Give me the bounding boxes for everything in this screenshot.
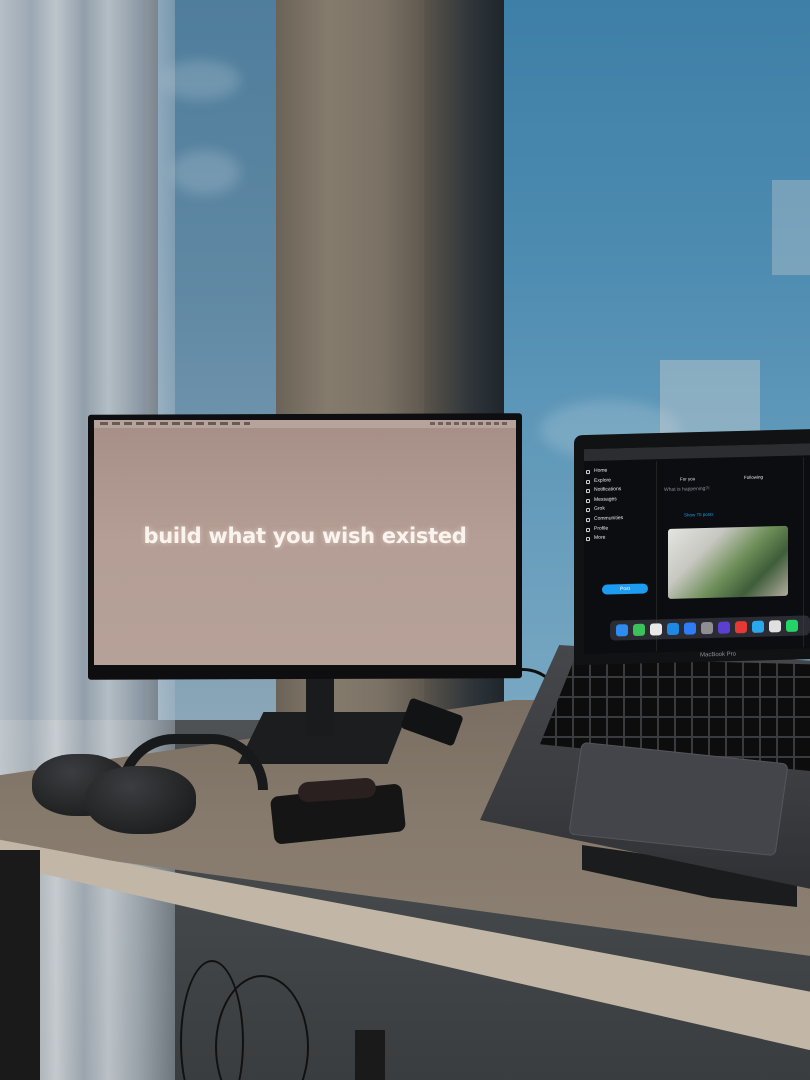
menu-bar	[94, 420, 516, 428]
x-post-image	[668, 525, 788, 599]
desk-leg	[355, 1030, 385, 1080]
app-store-icon[interactable]	[667, 622, 679, 636]
x-post-button[interactable]: Post	[602, 583, 648, 595]
status-icons	[430, 422, 510, 425]
desk-scene: build what you wish existed Home Explore…	[0, 0, 810, 1080]
shop-icon[interactable]	[718, 621, 730, 634]
messages-icon[interactable]	[633, 623, 645, 637]
finder-icon[interactable]	[616, 624, 628, 637]
cloud	[170, 150, 240, 195]
wallpaper-text: build what you wish existed	[143, 524, 467, 548]
slack-icon[interactable]	[769, 620, 781, 633]
monitor-screen: build what you wish existed	[94, 420, 516, 665]
desk-leg	[0, 850, 40, 1080]
x-compose-input[interactable]: What is happening?!	[664, 486, 710, 493]
telegram-icon[interactable]	[752, 620, 764, 633]
whatsapp-icon[interactable]	[786, 619, 798, 633]
menu-items	[100, 422, 250, 425]
headphones-ear-cup	[86, 766, 196, 834]
safari-icon[interactable]	[684, 622, 696, 635]
x-nav-more[interactable]: More	[584, 533, 648, 544]
window-reflection	[660, 360, 760, 440]
x-tab-following[interactable]: Following	[744, 474, 763, 479]
window-reflection	[772, 180, 810, 275]
photos-icon[interactable]	[650, 623, 662, 636]
chrome-icon[interactable]	[735, 621, 747, 634]
settings-icon[interactable]	[701, 621, 713, 635]
x-tab-for-you[interactable]: For you	[680, 476, 695, 481]
monitor-stand-neck	[306, 676, 334, 736]
x-show-posts-link[interactable]: Show 70 posts	[684, 512, 714, 518]
laptop-brand-label: MacBook Pro	[700, 651, 737, 659]
